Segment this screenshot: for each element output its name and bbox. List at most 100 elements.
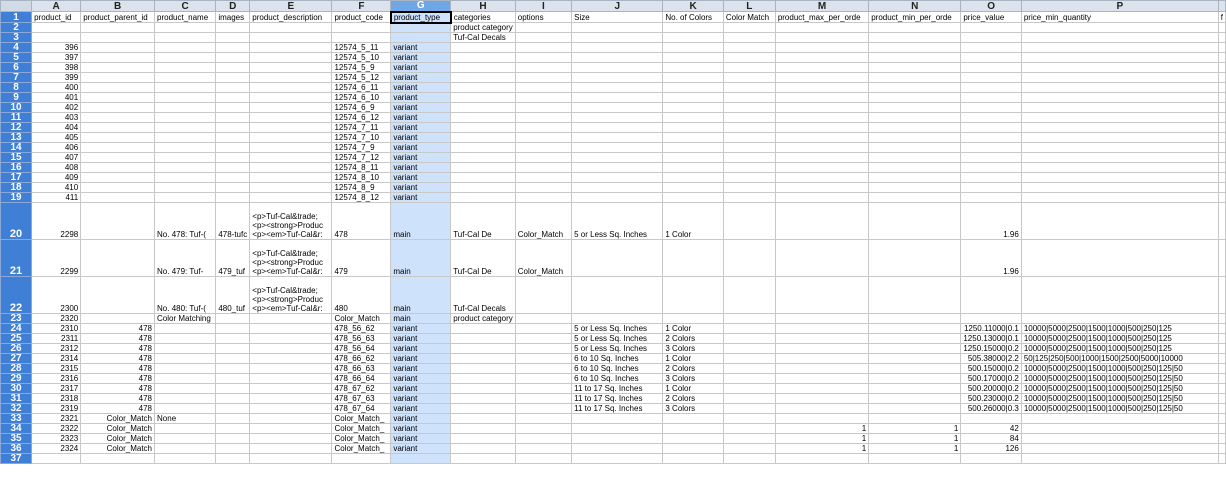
cell-p[interactable]: 10000|5000|2500|1500|1000|500|250|125|50 [1020,363,1219,374]
cell-l[interactable] [722,453,776,464]
row-header[interactable]: 12 [0,122,33,133]
cell-a[interactable]: 2299 [31,239,82,277]
cell-p[interactable] [1020,453,1219,464]
cell-l[interactable] [722,423,776,434]
cell-k[interactable] [662,22,724,33]
cell-k[interactable]: 3 Colors [662,373,724,384]
cell-partial[interactable] [1217,192,1226,203]
row-header[interactable]: 22 [0,276,33,314]
cell-partial[interactable] [1217,202,1226,240]
row-header[interactable]: 35 [0,433,33,444]
cell-i[interactable] [514,52,573,63]
cell-f[interactable]: 478_67_64 [331,403,392,414]
cell-g[interactable] [390,32,452,43]
cell-f[interactable]: 12574_5_12 [331,72,392,83]
cell-k[interactable] [662,413,724,424]
cell-m[interactable] [774,373,870,384]
cell-l[interactable] [722,323,776,334]
cell-d[interactable]: 478-tufc [215,202,251,240]
cell-d[interactable] [215,423,251,434]
cell-e[interactable] [249,112,333,123]
cell-j[interactable] [571,22,664,33]
cell-d[interactable] [215,343,251,354]
cell-j[interactable] [571,32,664,43]
cell-p[interactable]: 10000|5000|2500|1500|1000|500|250|125|50 [1020,383,1219,394]
cell-e[interactable] [249,433,333,444]
cell-partial[interactable] [1217,373,1226,384]
cell-c[interactable] [154,142,217,153]
cell-l[interactable] [722,82,776,93]
row-header[interactable]: 2 [0,22,33,33]
cell-f[interactable]: Color_Match_ [331,433,392,444]
cell-p[interactable] [1020,42,1219,53]
cell-g[interactable]: variant [390,82,452,93]
cell-j[interactable]: 5 or Less Sq. Inches [571,202,664,240]
cell-p[interactable] [1020,122,1219,133]
cell-l[interactable] [722,353,776,364]
cell-c[interactable] [154,333,217,344]
cell-g[interactable]: main [390,313,452,324]
cell-f[interactable]: 12574_6_9 [331,102,392,113]
cell-b[interactable]: product_parent_id [80,11,156,23]
cell-c[interactable] [154,102,217,113]
cell-g[interactable]: variant [390,142,452,153]
cell-b[interactable]: 478 [80,353,156,364]
cell-j[interactable] [571,313,664,324]
cell-g[interactable]: variant [390,443,452,454]
cell-c[interactable] [154,42,217,53]
cell-h[interactable] [450,52,516,63]
cell-k[interactable] [662,32,724,43]
cell-p[interactable]: 10000|5000|2500|1500|1000|500|250|125|50 [1020,403,1219,414]
cell-g[interactable]: variant [390,52,452,63]
cell-g[interactable]: variant [390,333,452,344]
cell-i[interactable] [514,82,573,93]
row-header[interactable]: 11 [0,112,33,123]
cell-partial[interactable] [1217,52,1226,63]
cell-m[interactable] [774,403,870,414]
cell-m[interactable] [774,72,870,83]
column-header-i[interactable]: I [514,0,573,12]
cell-a[interactable]: 2315 [31,363,82,374]
cell-d[interactable] [215,393,251,404]
cell-a[interactable]: 2314 [31,353,82,364]
cell-b[interactable] [80,62,156,73]
cell-i[interactable] [514,353,573,364]
cell-b[interactable] [80,313,156,324]
cell-n[interactable] [868,343,962,354]
cell-h[interactable]: Tuf-Cal De [450,202,516,240]
row-header[interactable]: 7 [0,72,33,83]
cell-e[interactable] [249,363,333,374]
cell-l[interactable] [722,403,776,414]
cell-g[interactable]: variant [390,162,452,173]
cell-n[interactable] [868,22,962,33]
cell-d[interactable] [215,162,251,173]
cell-m[interactable] [774,162,870,173]
cell-g[interactable]: variant [390,373,452,384]
cell-partial[interactable] [1217,92,1226,103]
cell-d[interactable] [215,112,251,123]
cell-j[interactable]: 11 to 17 Sq. Inches [571,383,664,394]
cell-l[interactable] [722,363,776,374]
cell-k[interactable] [662,443,724,454]
cell-l[interactable] [722,383,776,394]
cell-e[interactable]: <p>Tuf-Cal&trade; <p><strong>Produc <p><… [249,239,333,277]
cell-o[interactable] [960,142,1022,153]
row-header[interactable]: 16 [0,162,33,173]
cell-f[interactable] [331,453,392,464]
cell-p[interactable]: 10000|5000|2500|1500|1000|500|250|125 [1020,323,1219,334]
cell-c[interactable] [154,393,217,404]
cell-k[interactable] [662,313,724,324]
cell-e[interactable] [249,453,333,464]
cell-partial[interactable]: f [1217,11,1226,23]
cell-n[interactable] [868,403,962,414]
cell-n[interactable] [868,363,962,374]
cell-g[interactable]: variant [390,172,452,183]
cell-d[interactable] [215,172,251,183]
cell-c[interactable] [154,152,217,163]
cell-b[interactable] [80,192,156,203]
cell-o[interactable]: 500.23000|0.2 [960,393,1022,404]
cell-i[interactable] [514,433,573,444]
cell-h[interactable] [450,363,516,374]
cell-g[interactable]: main [390,239,452,277]
cell-g[interactable] [390,22,452,33]
